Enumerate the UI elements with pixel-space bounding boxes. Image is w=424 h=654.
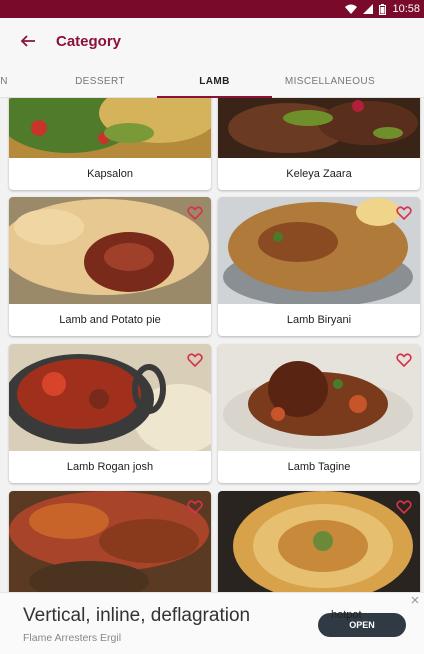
recipe-card[interactable]: Kapsalon [9,98,211,190]
favorite-heart-icon[interactable] [396,499,412,515]
recipe-name: Lamb Tagine [287,461,351,473]
arrow-back-icon [20,35,35,47]
recipe-card[interactable]: Lamb Biryani [218,197,420,336]
recipe-image [9,491,211,592]
ad-banner[interactable]: Vertical, inline, deflagration Flame Arr… [0,592,424,654]
page-title: Category [56,32,122,50]
recipe-name: Lamb and Potato pie [59,314,161,326]
back-button[interactable] [0,18,56,64]
recipe-image [9,344,211,451]
favorite-heart-icon[interactable] [187,205,203,221]
recipe-image [218,344,420,451]
recipe-image [218,491,420,592]
status-bar: 10:58 [0,0,424,18]
recipe-card[interactable]: Lamb Tagine [218,344,420,483]
recipe-image [218,98,420,158]
recipe-card[interactable]: Lamb and Potato pie [9,197,211,336]
app-bar: Category [0,18,424,64]
favorite-heart-icon[interactable] [396,205,412,221]
recipe-card[interactable] [218,491,420,592]
tab-miscellaneous[interactable]: MISCELLANEOUS [280,64,380,98]
favorite-heart-icon[interactable] [187,352,203,368]
recipe-card[interactable]: Lamb Rogan josh [9,344,211,483]
favorite-heart-icon[interactable] [396,352,412,368]
signal-icon [363,4,374,14]
ad-title: Vertical, inline, deflagration [23,605,251,626]
recipe-name: Lamb Rogan josh [66,461,154,473]
battery-icon [379,3,387,15]
tab-lamb[interactable]: LAMB [157,64,272,98]
ad-overlay-text: hotpot [331,609,362,621]
recipe-name: Keleya Zaara [286,168,352,180]
tab-dessert[interactable]: DESSERT [56,64,144,98]
recipe-name: Kapsalon [87,168,133,180]
wifi-icon [345,4,358,14]
recipe-name: Lamb Biryani [286,314,352,326]
category-tabs: N DESSERT LAMB MISCELLANEOUS [0,64,424,98]
recipe-grid: Kapsalon Keleya Zaara Lamb and Potato pi… [0,98,424,592]
clock: 10:58 [392,3,420,15]
ad-choices-icon[interactable] [410,595,420,605]
recipe-card[interactable]: Keleya Zaara [218,98,420,190]
recipe-image [9,98,211,158]
recipe-image [9,197,211,304]
recipe-image [218,197,420,304]
favorite-heart-icon[interactable] [187,499,203,515]
recipe-card[interactable] [9,491,211,592]
tab-partial[interactable]: N [0,64,14,98]
ad-subtitle: Flame Arresters Ergil [23,632,122,644]
